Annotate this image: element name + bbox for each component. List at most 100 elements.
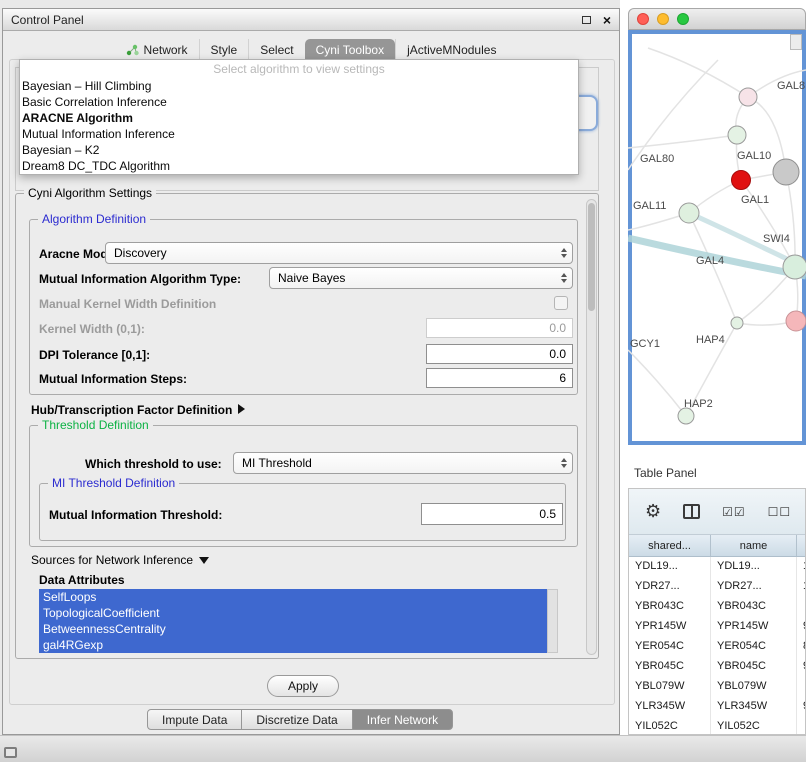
cell	[797, 597, 806, 617]
tab-label: Style	[211, 43, 238, 57]
algorithm-option[interactable]: Basic Correlation Inference	[20, 94, 578, 110]
table-row[interactable]: YBL079W YBL079W	[629, 677, 806, 697]
zoom-traffic-light-icon[interactable]	[677, 13, 689, 25]
kernel-width-input[interactable]: 0.0	[426, 318, 573, 338]
data-attributes-label: Data Attributes	[39, 573, 125, 587]
tab-discretize-data[interactable]: Discretize Data	[241, 709, 352, 730]
attribute-item[interactable]: gal4RGexp	[39, 637, 547, 653]
cell: YBR043C	[629, 597, 711, 617]
algorithm-option[interactable]: Bayesian – K2	[20, 142, 578, 158]
algorithm-dropdown-popup[interactable]: Select algorithm to view settings Bayesi…	[19, 59, 579, 175]
control-panel-titlebar[interactable]: Control Panel ×	[3, 9, 619, 31]
field-value: 0.0	[549, 321, 566, 335]
group-title: Threshold Definition	[38, 418, 153, 432]
control-panel-tabs: Network Style Select Cyni Toolbox jActiv…	[3, 39, 619, 61]
table-header-row: shared... name	[629, 535, 806, 557]
dpi-tolerance-label: DPI Tolerance [0,1]:	[39, 348, 150, 362]
network-edges	[628, 48, 806, 416]
node-label: GAL1	[741, 194, 769, 206]
cell: 9.	[797, 697, 806, 717]
cell: YPR145W	[629, 617, 711, 637]
mi-type-label: Mutual Information Algorithm Type:	[39, 272, 241, 286]
node-green[interactable]	[728, 126, 746, 144]
taskbar-window-icon[interactable]	[4, 747, 17, 758]
cell: YDR27...	[711, 577, 797, 597]
attribute-item[interactable]: SelfLoops	[39, 589, 547, 605]
tab-impute-data[interactable]: Impute Data	[147, 709, 242, 730]
hub-definition-label: Hub/Transcription Factor Definition	[31, 403, 232, 417]
network-canvas[interactable]: GAL8 GAL80 GAL10 GAL11 GAL1 SWI4 GAL4 GC…	[628, 30, 806, 445]
node-pink[interactable]	[786, 311, 806, 331]
table-row[interactable]: YBR043C YBR043C	[629, 597, 806, 617]
node-green[interactable]	[731, 317, 743, 329]
dpi-tolerance-input[interactable]: 0.0	[426, 344, 573, 364]
table-columns-icon[interactable]	[683, 504, 700, 519]
node-label: GAL11	[633, 200, 666, 212]
mi-steps-label: Mutual Information Steps:	[39, 372, 187, 386]
cell: YBL079W	[629, 677, 711, 697]
table-row[interactable]: YIL052C YIL052C	[629, 717, 806, 735]
tab-label: Impute Data	[162, 713, 227, 727]
table-row[interactable]: YBR045C YBR045C 9.	[629, 657, 806, 677]
manual-kernel-checkbox[interactable]	[554, 296, 568, 310]
unchecked-boxes-icon[interactable]: ☐☐	[768, 505, 792, 519]
node-green[interactable]	[679, 203, 699, 223]
mi-type-select[interactable]: Naive Bayes	[269, 267, 573, 289]
sources-toggle[interactable]: Sources for Network Inference	[31, 553, 209, 567]
close-traffic-light-icon[interactable]	[637, 13, 649, 25]
table-row[interactable]: YLR345W YLR345W 9.	[629, 697, 806, 717]
cell: 12	[797, 577, 806, 597]
network-window-titlebar[interactable]	[628, 8, 806, 30]
node-gray[interactable]	[773, 159, 799, 185]
apply-button[interactable]: Apply	[267, 675, 339, 697]
tab-style[interactable]: Style	[199, 39, 249, 61]
gear-icon[interactable]: ⚙	[645, 501, 661, 522]
tab-select[interactable]: Select	[248, 39, 304, 61]
attributes-list-scrollbar[interactable]	[547, 589, 558, 653]
table-panel-title: Table Panel	[634, 466, 697, 480]
tab-cyni-toolbox[interactable]: Cyni Toolbox	[305, 39, 395, 61]
which-threshold-select[interactable]: MI Threshold	[233, 452, 573, 474]
cell: YIL052C	[629, 717, 711, 735]
cell: YBL079W	[711, 677, 797, 697]
checked-boxes-icon[interactable]: ☑☑	[722, 505, 746, 519]
algorithm-option[interactable]: Dream8 DC_TDC Algorithm	[20, 158, 578, 174]
kernel-width-label: Kernel Width (0,1):	[39, 322, 145, 336]
algorithm-option-selected[interactable]: ARACNE Algorithm	[20, 110, 578, 126]
node-pink[interactable]	[739, 88, 757, 106]
tab-infer-network[interactable]: Infer Network	[352, 709, 453, 730]
table-row[interactable]: YPR145W YPR145W 9.	[629, 617, 806, 637]
aracne-mode-select[interactable]: Discovery	[105, 242, 573, 264]
tab-jactivemnodules[interactable]: jActiveMNodules	[395, 39, 507, 61]
table-row[interactable]: YDR27... YDR27... 12	[629, 577, 806, 597]
node-green[interactable]	[783, 255, 806, 279]
close-icon[interactable]: ×	[603, 13, 611, 27]
node-green[interactable]	[678, 408, 694, 424]
table-row[interactable]: YDL19... YDL19... 13	[629, 557, 806, 577]
table-row[interactable]: YER054C YER054C 8.	[629, 637, 806, 657]
settings-scrollbar-thumb[interactable]	[588, 203, 595, 311]
column-header-partial[interactable]	[797, 535, 806, 556]
algorithm-option[interactable]: Mutual Information Inference	[20, 126, 578, 142]
column-header-shared-name[interactable]: shared...	[629, 535, 711, 556]
algorithm-option[interactable]: Bayesian – Hill Climbing	[20, 78, 578, 94]
cell: YPR145W	[711, 617, 797, 637]
cell: YLR345W	[629, 697, 711, 717]
field-value: 6	[559, 371, 566, 385]
column-header-name[interactable]: name	[711, 535, 797, 556]
sources-label: Sources for Network Inference	[31, 553, 193, 567]
minimize-traffic-light-icon[interactable]	[657, 13, 669, 25]
combo-arrows-icon	[561, 273, 572, 283]
manual-kernel-label: Manual Kernel Width Definition	[39, 297, 216, 311]
mi-steps-input[interactable]: 6	[426, 368, 573, 388]
float-window-icon[interactable]	[582, 16, 591, 24]
field-value: 0.5	[539, 507, 556, 521]
settings-scrollbar[interactable]	[586, 199, 597, 655]
mi-threshold-input[interactable]: 0.5	[421, 503, 563, 525]
data-attributes-list[interactable]: SelfLoops TopologicalCoefficient Between…	[39, 589, 547, 653]
hub-definition-toggle[interactable]: Hub/Transcription Factor Definition	[31, 403, 245, 417]
attribute-item[interactable]: BetweennessCentrality	[39, 621, 547, 637]
tab-network[interactable]: Network	[115, 39, 199, 61]
node-red-gal10[interactable]	[732, 171, 751, 190]
attribute-item[interactable]: TopologicalCoefficient	[39, 605, 547, 621]
